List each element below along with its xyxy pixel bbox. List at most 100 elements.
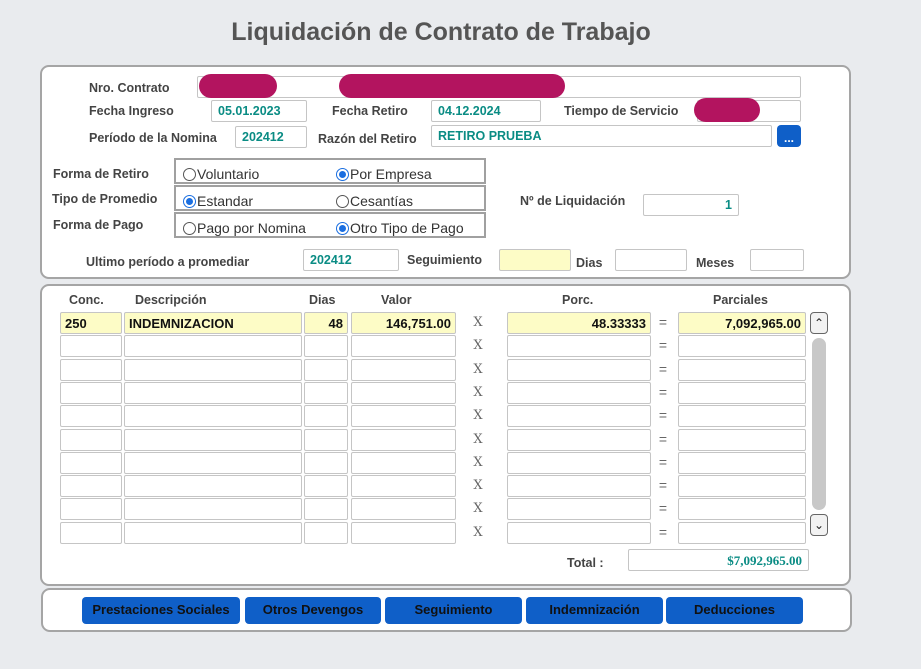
- cell-valor[interactable]: [351, 359, 456, 381]
- cell-dias[interactable]: [304, 522, 348, 544]
- radio-otro-tipo-pago[interactable]: Otro Tipo de Pago: [336, 220, 464, 236]
- times-operator: X: [473, 525, 483, 540]
- ultimo-periodo-label: Ultimo período a promediar: [86, 255, 250, 269]
- cell-dias[interactable]: [304, 429, 348, 451]
- cell-conc[interactable]: [60, 452, 122, 474]
- scrollbar-thumb[interactable]: [812, 338, 826, 510]
- cell-porc[interactable]: [507, 475, 651, 497]
- seguimiento-field[interactable]: [499, 249, 571, 271]
- radio-cesantias[interactable]: Cesantías: [336, 193, 413, 209]
- cell-descripcion[interactable]: [124, 522, 302, 544]
- razon-retiro-field[interactable]: RETIRO PRUEBA: [431, 125, 772, 147]
- radio-estandar[interactable]: Estandar: [183, 193, 253, 209]
- radio-voluntario[interactable]: Voluntario: [183, 166, 259, 182]
- cell-conc[interactable]: [60, 335, 122, 357]
- cell-conc[interactable]: [60, 382, 122, 404]
- radio-unchecked-icon[interactable]: [183, 167, 196, 181]
- cell-dias[interactable]: [304, 498, 348, 520]
- periodo-nomina-field[interactable]: 202412: [235, 126, 307, 148]
- cell-parciales[interactable]: [678, 429, 806, 451]
- radio-checked-icon[interactable]: [336, 221, 349, 235]
- cell-descripcion[interactable]: [124, 335, 302, 357]
- chevron-down-icon[interactable]: ⌄: [810, 514, 828, 536]
- cell-porc[interactable]: [507, 498, 651, 520]
- cell-conc[interactable]: [60, 475, 122, 497]
- cell-porc[interactable]: [507, 405, 651, 427]
- indemnizacion-button[interactable]: Indemnización: [526, 597, 663, 624]
- cell-descripcion[interactable]: [124, 382, 302, 404]
- cell-dias[interactable]: [304, 335, 348, 357]
- cell-parciales[interactable]: [678, 335, 806, 357]
- cell-valor[interactable]: [351, 405, 456, 427]
- cell-parciales[interactable]: [678, 359, 806, 381]
- cell-descripcion[interactable]: [124, 429, 302, 451]
- cell-valor[interactable]: [351, 452, 456, 474]
- forma-pago-label: Forma de Pago: [53, 218, 144, 232]
- radio-pago-nomina[interactable]: Pago por Nomina: [183, 220, 306, 236]
- radio-checked-icon[interactable]: [183, 194, 196, 208]
- cell-conc[interactable]: [60, 429, 122, 451]
- cell-valor[interactable]: [351, 498, 456, 520]
- cell-descripcion[interactable]: [124, 452, 302, 474]
- cell-parciales[interactable]: 7,092,965.00: [678, 312, 806, 334]
- cell-porc[interactable]: [507, 359, 651, 381]
- otros-devengos-button[interactable]: Otros Devengos: [245, 597, 381, 624]
- fecha-retiro-field[interactable]: 04.12.2024: [431, 100, 541, 122]
- cell-porc[interactable]: [507, 429, 651, 451]
- table-scrollbar[interactable]: ⌃ ⌄: [810, 312, 828, 536]
- cell-porc[interactable]: [507, 382, 651, 404]
- cell-porc[interactable]: [507, 335, 651, 357]
- cell-parciales[interactable]: [678, 475, 806, 497]
- cell-dias[interactable]: [304, 475, 348, 497]
- cell-parciales[interactable]: [678, 498, 806, 520]
- fecha-ingreso-field[interactable]: 05.01.2023: [211, 100, 307, 122]
- meses-field[interactable]: [750, 249, 804, 271]
- cell-dias[interactable]: [304, 452, 348, 474]
- seguimiento-button[interactable]: Seguimiento: [385, 597, 522, 624]
- cell-descripcion[interactable]: [124, 498, 302, 520]
- radio-unchecked-icon[interactable]: [336, 194, 349, 208]
- cell-valor[interactable]: [351, 475, 456, 497]
- cell-valor[interactable]: [351, 335, 456, 357]
- radio-unchecked-icon[interactable]: [183, 221, 196, 235]
- cell-dias[interactable]: [304, 382, 348, 404]
- cell-dias[interactable]: [304, 405, 348, 427]
- cell-conc[interactable]: 250: [60, 312, 122, 334]
- cell-parciales[interactable]: [678, 522, 806, 544]
- radio-por-empresa[interactable]: Por Empresa: [336, 166, 432, 182]
- cell-porc[interactable]: [507, 522, 651, 544]
- col-descripcion-header: Descripción: [135, 293, 207, 307]
- chevron-up-icon[interactable]: ⌃: [810, 312, 828, 334]
- cell-conc[interactable]: [60, 359, 122, 381]
- equals-operator: =: [658, 524, 668, 540]
- cell-descripcion[interactable]: INDEMNIZACION: [124, 312, 302, 334]
- razon-lookup-button[interactable]: ...: [777, 125, 801, 147]
- prestaciones-sociales-button[interactable]: Prestaciones Sociales: [82, 597, 240, 624]
- nro-liquidacion-field[interactable]: 1: [643, 194, 739, 216]
- forma-retiro-label: Forma de Retiro: [53, 167, 149, 181]
- cell-porc[interactable]: 48.33333: [507, 312, 651, 334]
- cell-dias[interactable]: 48: [304, 312, 348, 334]
- cell-conc[interactable]: [60, 522, 122, 544]
- cell-valor[interactable]: [351, 429, 456, 451]
- dias-field[interactable]: [615, 249, 687, 271]
- cell-parciales[interactable]: [678, 382, 806, 404]
- redacted-employee-name: [339, 74, 565, 98]
- cell-valor[interactable]: 146,751.00: [351, 312, 456, 334]
- cell-descripcion[interactable]: [124, 475, 302, 497]
- cell-dias[interactable]: [304, 359, 348, 381]
- cell-parciales[interactable]: [678, 452, 806, 474]
- ultimo-periodo-field[interactable]: 202412: [303, 249, 399, 271]
- cell-valor[interactable]: [351, 522, 456, 544]
- deducciones-button[interactable]: Deducciones: [666, 597, 803, 624]
- cell-conc[interactable]: [60, 405, 122, 427]
- equals-operator: =: [658, 407, 668, 423]
- cell-valor[interactable]: [351, 382, 456, 404]
- cell-descripcion[interactable]: [124, 359, 302, 381]
- cell-porc[interactable]: [507, 452, 651, 474]
- col-valor-header: Valor: [381, 293, 412, 307]
- cell-parciales[interactable]: [678, 405, 806, 427]
- cell-conc[interactable]: [60, 498, 122, 520]
- radio-checked-icon[interactable]: [336, 167, 349, 181]
- cell-descripcion[interactable]: [124, 405, 302, 427]
